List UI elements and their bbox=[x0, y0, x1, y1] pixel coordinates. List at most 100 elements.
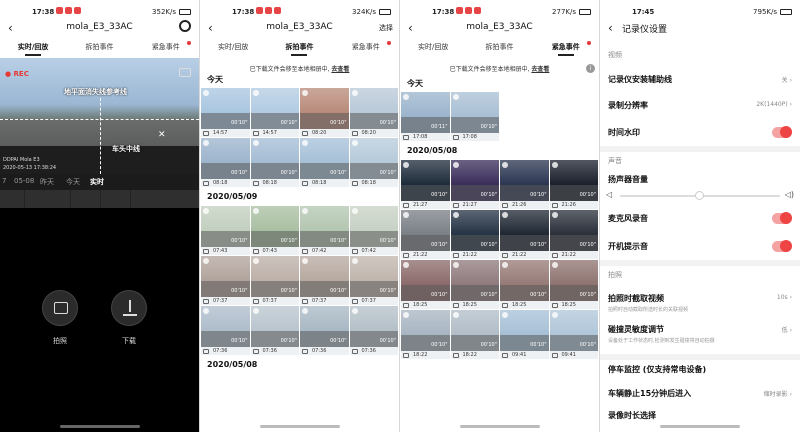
checkbox[interactable] bbox=[551, 303, 558, 308]
checkbox[interactable] bbox=[452, 203, 459, 208]
back-icon[interactable]: ‹ bbox=[608, 21, 613, 35]
checkbox[interactable] bbox=[351, 249, 358, 254]
video-thumbnail[interactable]: 00'10" 21:27 bbox=[450, 160, 499, 209]
video-thumbnail[interactable]: 00'10" 07:42 bbox=[300, 206, 349, 255]
video-thumbnail[interactable]: 00'10" 21:27 bbox=[401, 160, 450, 209]
video-thumbnail[interactable]: 00'10" 21:22 bbox=[500, 210, 549, 259]
video-thumbnail[interactable]: 00'10" 08:20 bbox=[349, 88, 398, 137]
setting-capture[interactable]: 拍照时截取视频 拍照时自动截取所选时长的关联视频 10s › bbox=[608, 293, 792, 313]
checkbox[interactable] bbox=[403, 135, 409, 140]
photo-button[interactable] bbox=[42, 290, 78, 326]
video-thumbnail[interactable]: 00'10" 21:22 bbox=[549, 210, 598, 259]
volume-slider[interactable] bbox=[620, 191, 780, 200]
video-thumbnail[interactable]: 00'10" 21:22 bbox=[450, 210, 499, 259]
checkbox[interactable] bbox=[351, 349, 358, 354]
live-video[interactable]: ● REC 地平面消失线参考线 车头中线 ✕ DDPAI Mola E3 202… bbox=[0, 58, 199, 174]
checkbox[interactable] bbox=[502, 353, 508, 358]
video-thumbnail[interactable]: 00'10" 07:36 bbox=[349, 306, 398, 355]
video-thumbnail[interactable]: 00'10" 17:08 bbox=[450, 92, 499, 141]
checkbox[interactable] bbox=[252, 249, 259, 254]
video-thumbnail[interactable]: 00'10" 07:42 bbox=[349, 206, 398, 255]
video-thumbnail[interactable]: 00'10" 07:43 bbox=[250, 206, 299, 255]
video-thumbnail[interactable]: 00'10" 08:18 bbox=[250, 138, 299, 187]
checkbox[interactable] bbox=[403, 253, 409, 258]
view-link[interactable]: 去查看 bbox=[331, 66, 349, 73]
checkbox[interactable] bbox=[551, 253, 558, 258]
checkbox[interactable] bbox=[502, 203, 508, 208]
video-thumbnail[interactable]: 00'10" 08:18 bbox=[300, 138, 349, 187]
timeline-track[interactable] bbox=[0, 190, 199, 208]
video-thumbnail[interactable]: 00'11" 17:08 bbox=[401, 92, 450, 141]
video-thumbnail[interactable]: 00'10" 18:25 bbox=[450, 260, 499, 309]
checkbox[interactable] bbox=[502, 303, 508, 308]
video-thumbnail[interactable]: 00'10" 08:18 bbox=[201, 138, 250, 187]
checkbox[interactable] bbox=[302, 181, 308, 186]
checkbox[interactable] bbox=[203, 349, 209, 354]
video-thumbnail[interactable]: 00'10" 21:26 bbox=[549, 160, 598, 209]
video-thumbnail[interactable]: 00'10" 18:25 bbox=[500, 260, 549, 309]
setting-resolution[interactable]: 录制分辨率 2K(1440P) › bbox=[608, 100, 792, 111]
checkbox[interactable] bbox=[452, 253, 459, 258]
boot-sound-toggle[interactable] bbox=[772, 240, 792, 252]
checkbox[interactable] bbox=[203, 249, 209, 254]
video-thumbnail[interactable]: 00'10" 07:37 bbox=[250, 256, 299, 305]
video-thumbnail[interactable]: 00'10" 08:20 bbox=[300, 88, 349, 137]
view-link[interactable]: 去查看 bbox=[531, 66, 549, 73]
timeline[interactable]: 7 05-08 昨天 今天 实时 bbox=[0, 174, 199, 190]
tab-emergency[interactable]: 紧急事件 bbox=[133, 41, 199, 58]
video-thumbnail[interactable]: 00'10" 07:37 bbox=[201, 256, 250, 305]
video-thumbnail[interactable]: 00'10" 08:18 bbox=[349, 138, 398, 187]
video-thumbnail[interactable]: 00'10" 18:22 bbox=[450, 310, 499, 359]
checkbox[interactable] bbox=[351, 131, 358, 136]
setting-parking-delay[interactable]: 车辆静止15分钟后进入 缩时录影 › bbox=[608, 388, 792, 399]
select-button[interactable]: 选择 bbox=[379, 23, 393, 33]
download-button[interactable] bbox=[111, 290, 147, 326]
checkbox[interactable] bbox=[452, 303, 459, 308]
video-thumbnail[interactable]: 00'10" 09:41 bbox=[549, 310, 598, 359]
watermark-toggle[interactable] bbox=[772, 126, 792, 138]
checkbox[interactable] bbox=[252, 299, 259, 304]
mic-toggle[interactable] bbox=[772, 212, 792, 224]
checkbox[interactable] bbox=[403, 303, 409, 308]
checkbox[interactable] bbox=[551, 203, 558, 208]
checkbox[interactable] bbox=[203, 131, 209, 136]
video-thumbnail[interactable]: 00'10" 07:36 bbox=[201, 306, 250, 355]
checkbox[interactable] bbox=[452, 353, 459, 358]
video-thumbnail[interactable]: 00'10" 07:37 bbox=[300, 256, 349, 305]
video-thumbnail[interactable]: 00'10" 18:25 bbox=[401, 260, 450, 309]
tab-live[interactable]: 实时/回放 bbox=[0, 42, 66, 58]
tab-snap[interactable]: 拆拍事件 bbox=[66, 42, 132, 58]
setting-sensitivity[interactable]: 碰撞灵敏度调节 设备处于工作状态时,检测到发生碰撞将自动拍摄 低 › bbox=[608, 324, 792, 344]
checkbox[interactable] bbox=[252, 131, 259, 136]
slider-knob[interactable] bbox=[695, 191, 704, 200]
checkbox[interactable] bbox=[502, 253, 508, 258]
checkbox[interactable] bbox=[551, 353, 558, 358]
video-thumbnail[interactable]: 00'10" 18:22 bbox=[401, 310, 450, 359]
video-thumbnail[interactable]: 00'10" 07:43 bbox=[201, 206, 250, 255]
gear-icon[interactable] bbox=[179, 20, 191, 32]
tab-snap[interactable]: 拆拍事件 bbox=[466, 42, 532, 58]
video-thumbnail[interactable]: 00'10" 07:36 bbox=[250, 306, 299, 355]
video-thumbnail[interactable]: 00'10" 14:57 bbox=[250, 88, 299, 137]
camera-switch-icon[interactable] bbox=[179, 68, 191, 77]
tab-emergency[interactable]: 紧急事件 bbox=[333, 41, 399, 58]
video-thumbnail[interactable]: 00'10" 21:22 bbox=[401, 210, 450, 259]
checkbox[interactable] bbox=[302, 249, 308, 254]
checkbox[interactable] bbox=[302, 349, 308, 354]
checkbox[interactable] bbox=[203, 299, 209, 304]
checkbox[interactable] bbox=[252, 181, 259, 186]
tab-live[interactable]: 实时/回放 bbox=[200, 42, 266, 58]
checkbox[interactable] bbox=[302, 131, 308, 136]
tab-live[interactable]: 实时/回放 bbox=[400, 42, 466, 58]
checkbox[interactable] bbox=[252, 349, 259, 354]
checkbox[interactable] bbox=[403, 203, 409, 208]
video-thumbnail[interactable]: 00'10" 09:41 bbox=[500, 310, 549, 359]
checkbox[interactable] bbox=[302, 299, 308, 304]
video-thumbnail[interactable]: 00'10" 14:57 bbox=[201, 88, 250, 137]
checkbox[interactable] bbox=[351, 181, 358, 186]
checkbox[interactable] bbox=[403, 353, 409, 358]
checkbox[interactable] bbox=[452, 135, 459, 140]
tab-snap[interactable]: 拆拍事件 bbox=[266, 42, 332, 58]
setting-duration[interactable]: 录像时长选择 bbox=[608, 410, 792, 421]
tab-emergency[interactable]: 紧急事件 bbox=[533, 41, 599, 58]
